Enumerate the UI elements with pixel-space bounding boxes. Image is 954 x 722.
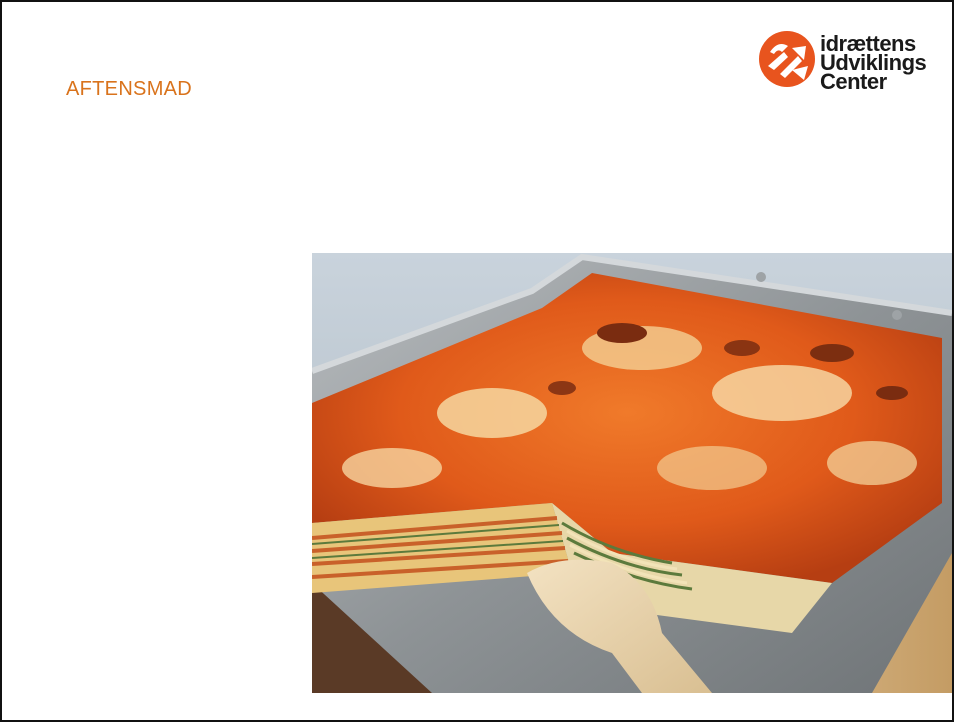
logo-wordmark: idrættens Udviklings Center	[820, 33, 927, 93]
lasagna-dish-image	[312, 253, 952, 693]
organization-logo: idrættens Udviklings Center	[758, 30, 927, 93]
arrows-logo-icon	[759, 31, 815, 87]
slide-title: AFTENSMAD	[66, 78, 193, 100]
slide: AFTENSMAD idrættens Udviklings Center	[0, 0, 954, 722]
lasagna-photo-illustration	[312, 253, 952, 693]
